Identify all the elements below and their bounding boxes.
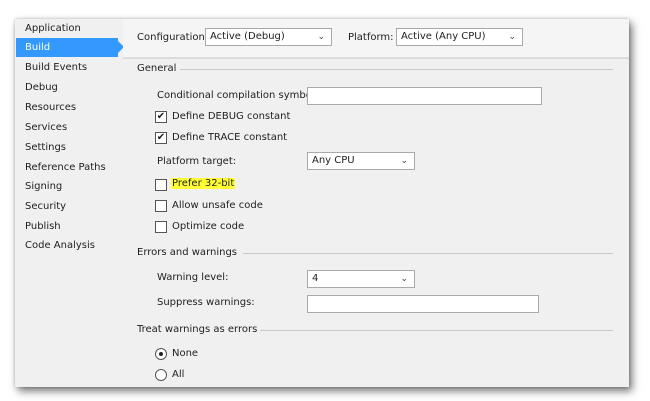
sidebar-item-settings[interactable]: Settings (16, 138, 118, 157)
platform-target-label: Platform target: (157, 156, 237, 167)
sidebar-item-build[interactable]: Build (16, 38, 124, 57)
project-properties-window: Application Build Build Events Debug Res… (15, 19, 629, 387)
platform-target-value: Any CPU (312, 155, 355, 166)
general-heading: General (137, 63, 177, 74)
config-toolbar: Configuration: Active (Debug) ⌄ Platform:… (123, 19, 629, 59)
define-trace-checkbox[interactable]: ✔ (155, 132, 167, 144)
chevron-down-icon: ⌄ (317, 32, 325, 42)
chevron-down-icon: ⌄ (400, 156, 408, 166)
platform-target-dropdown[interactable]: Any CPU ⌄ (307, 152, 415, 170)
warning-level-value: 4 (312, 273, 319, 284)
sidebar-item-resources[interactable]: Resources (16, 98, 118, 117)
sidebar-item-services[interactable]: Services (16, 118, 118, 137)
sidebar-item-application[interactable]: Application (16, 19, 118, 38)
platform-label: Platform: (348, 32, 394, 43)
treat-all-label: All (172, 369, 185, 380)
sidebar-item-debug[interactable]: Debug (16, 78, 118, 97)
sidebar-item-code-analysis[interactable]: Code Analysis (16, 236, 118, 255)
warning-level-label: Warning level: (157, 272, 229, 283)
optimize-label: Optimize code (172, 221, 245, 232)
treat-none-radio[interactable] (155, 348, 167, 360)
define-debug-label: Define DEBUG constant (172, 111, 291, 122)
treat-none-label: None (172, 348, 199, 359)
optimize-checkbox[interactable] (155, 221, 167, 233)
errors-heading: Errors and warnings (137, 247, 238, 258)
sidebar-item-publish[interactable]: Publish (16, 217, 118, 236)
chevron-down-icon: ⌄ (400, 274, 408, 284)
cond-symbols-input[interactable] (307, 87, 542, 105)
sidebar-item-security[interactable]: Security (16, 197, 118, 216)
sidebar-item-reference-paths[interactable]: Reference Paths (16, 158, 118, 177)
divider (180, 69, 613, 70)
divider (260, 330, 613, 331)
configuration-dropdown[interactable]: Active (Debug) ⌄ (205, 28, 332, 46)
sidebar-item-signing[interactable]: Signing (16, 177, 118, 196)
divider (243, 253, 613, 254)
cond-symbols-label: Conditional compilation symbols: (157, 90, 324, 101)
sidebar-item-build-events[interactable]: Build Events (16, 58, 118, 77)
prefer32-label: Prefer 32-bit (171, 178, 236, 189)
treat-warnings-heading: Treat warnings as errors (137, 324, 258, 335)
unsafe-label: Allow unsafe code (172, 200, 263, 211)
define-trace-label: Define TRACE constant (172, 132, 288, 143)
configuration-value: Active (Debug) (210, 31, 285, 42)
platform-dropdown[interactable]: Active (Any CPU) ⌄ (396, 28, 523, 46)
platform-value: Active (Any CPU) (401, 31, 486, 42)
define-debug-checkbox[interactable]: ✔ (155, 111, 167, 123)
chevron-down-icon: ⌄ (508, 32, 516, 42)
prefer32-checkbox[interactable] (155, 179, 167, 191)
unsafe-checkbox[interactable] (155, 200, 167, 212)
suppress-warnings-label: Suppress warnings: (157, 297, 255, 308)
treat-all-radio[interactable] (155, 369, 167, 381)
configuration-label: Configuration: (137, 32, 209, 43)
suppress-warnings-input[interactable] (307, 295, 539, 313)
warning-level-dropdown[interactable]: 4 ⌄ (307, 270, 415, 288)
